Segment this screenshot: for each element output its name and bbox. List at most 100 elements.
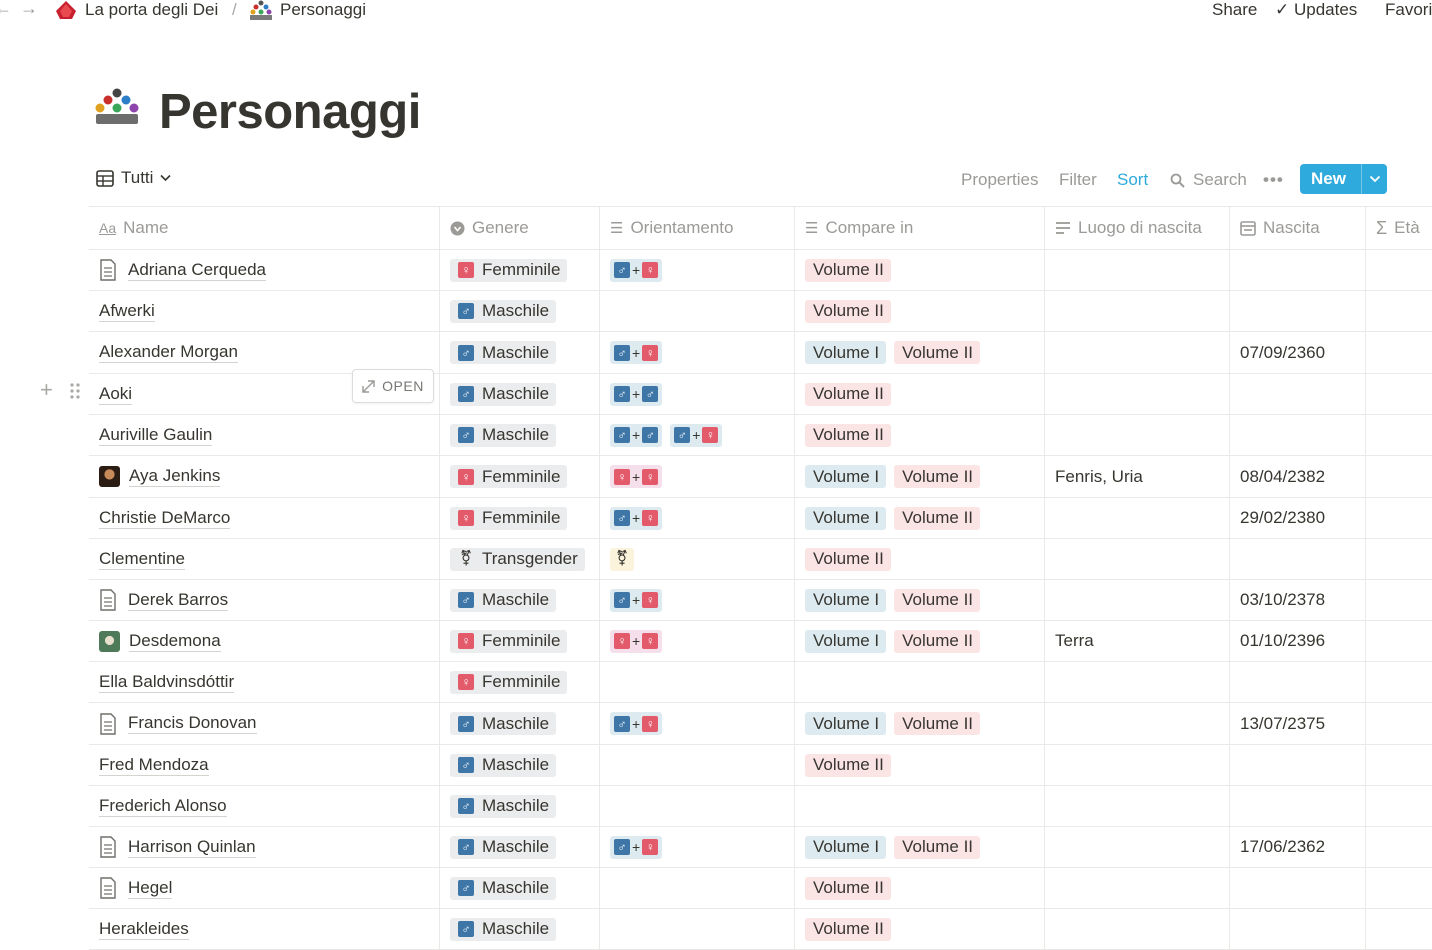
cell-orientamento[interactable]: ♂ + ♀ <box>600 580 795 620</box>
cell-orientamento[interactable]: ♂ + ♀ <box>600 250 795 290</box>
cell-orientamento[interactable] <box>600 745 795 785</box>
cell-compare-in[interactable]: Volume II <box>795 868 1045 908</box>
cell-genere[interactable]: ♂ Maschile <box>440 291 600 331</box>
cell-luogo[interactable] <box>1045 909 1230 949</box>
cell-name[interactable]: Derek Barros <box>89 580 440 620</box>
filter-button[interactable]: Filter <box>1059 168 1097 192</box>
cell-nascita[interactable] <box>1230 745 1366 785</box>
back-arrow-icon[interactable]: ← <box>0 0 12 19</box>
cell-eta[interactable] <box>1366 745 1432 785</box>
cell-genere[interactable]: ♀ Femminile <box>440 456 600 497</box>
cell-name[interactable]: Clementine <box>89 539 440 579</box>
cell-compare-in[interactable]: Volume II <box>795 909 1045 949</box>
column-header-name[interactable]: Aa Name <box>89 207 440 249</box>
sort-button[interactable]: Sort <box>1117 168 1148 192</box>
cell-name[interactable]: Christie DeMarco <box>89 498 440 538</box>
column-header-nascita[interactable]: Nascita <box>1230 207 1366 249</box>
cell-genere[interactable]: ♀ Femminile <box>440 621 600 661</box>
page-title[interactable]: Personaggi <box>159 84 421 140</box>
cell-compare-in[interactable]: Volume I Volume II <box>795 621 1045 661</box>
cell-luogo[interactable] <box>1045 539 1230 579</box>
cell-nascita[interactable] <box>1230 539 1366 579</box>
share-button[interactable]: Share <box>1212 0 1257 20</box>
cell-orientamento[interactable]: ♂ + ♂ <box>600 374 795 414</box>
cell-orientamento[interactable]: ♂ + ♀ <box>600 332 795 373</box>
cell-eta[interactable] <box>1366 456 1432 497</box>
properties-button[interactable]: Properties <box>961 168 1038 192</box>
cell-name[interactable]: Aya Jenkins <box>89 456 440 497</box>
column-header-luogo[interactable]: Luogo di nascita <box>1045 207 1230 249</box>
cell-nascita[interactable] <box>1230 415 1366 455</box>
cell-compare-in[interactable] <box>795 786 1045 826</box>
favorite-button[interactable]: Favori <box>1385 0 1432 20</box>
cell-nascita[interactable] <box>1230 374 1366 414</box>
cell-luogo[interactable] <box>1045 498 1230 538</box>
cell-compare-in[interactable] <box>795 662 1045 702</box>
cell-compare-in[interactable]: Volume II <box>795 374 1045 414</box>
column-header-compare-in[interactable]: ☰ Compare in <box>795 207 1045 249</box>
cell-compare-in[interactable]: Volume II <box>795 291 1045 331</box>
cell-nascita[interactable]: 07/09/2360 <box>1230 332 1366 373</box>
cell-nascita[interactable]: 13/07/2375 <box>1230 703 1366 744</box>
cell-eta[interactable] <box>1366 250 1432 290</box>
open-page-button[interactable]: OPEN <box>352 369 434 403</box>
cell-eta[interactable] <box>1366 580 1432 620</box>
cell-luogo[interactable] <box>1045 250 1230 290</box>
cell-genere[interactable]: ⚧ Transgender <box>440 539 600 579</box>
cell-nascita[interactable]: 17/06/2362 <box>1230 827 1366 867</box>
cell-eta[interactable] <box>1366 868 1432 908</box>
cell-genere[interactable]: ♂ Maschile <box>440 703 600 744</box>
drag-handle-icon[interactable] <box>70 382 80 400</box>
column-header-eta[interactable]: Σ Età <box>1366 207 1432 249</box>
cell-compare-in[interactable]: Volume I Volume II <box>795 580 1045 620</box>
cell-orientamento[interactable] <box>600 868 795 908</box>
cell-nascita[interactable]: 29/02/2380 <box>1230 498 1366 538</box>
cell-eta[interactable] <box>1366 662 1432 702</box>
cell-genere[interactable]: ♀ Femminile <box>440 662 600 702</box>
breadcrumb-workspace[interactable]: La porta degli Dei <box>55 0 218 20</box>
cell-orientamento[interactable]: ♂ + ♂ ♂ + ♀ <box>600 415 795 455</box>
view-selector[interactable]: Tutti <box>96 168 172 188</box>
cell-eta[interactable] <box>1366 621 1432 661</box>
cell-orientamento[interactable] <box>600 662 795 702</box>
cell-eta[interactable] <box>1366 909 1432 949</box>
new-button[interactable]: New <box>1300 169 1361 189</box>
cell-eta[interactable] <box>1366 291 1432 331</box>
cell-luogo[interactable] <box>1045 291 1230 331</box>
cell-nascita[interactable] <box>1230 662 1366 702</box>
cell-orientamento[interactable]: ♂ + ♀ <box>600 827 795 867</box>
cell-name[interactable]: Hegel <box>89 868 440 908</box>
cell-name[interactable]: Desdemona <box>89 621 440 661</box>
cell-nascita[interactable] <box>1230 291 1366 331</box>
cell-name[interactable]: Harrison Quinlan <box>89 827 440 867</box>
cell-genere[interactable]: ♀ Femminile <box>440 250 600 290</box>
cell-eta[interactable] <box>1366 498 1432 538</box>
cell-orientamento[interactable]: ♂ + ♀ <box>600 703 795 744</box>
updates-button[interactable]: ✓ Updates <box>1275 0 1357 20</box>
cell-name[interactable]: Frederich Alonso <box>89 786 440 826</box>
cell-eta[interactable] <box>1366 374 1432 414</box>
cell-luogo[interactable] <box>1045 868 1230 908</box>
cell-luogo[interactable] <box>1045 827 1230 867</box>
cell-orientamento[interactable]: ♀ + ♀ <box>600 456 795 497</box>
cell-eta[interactable] <box>1366 703 1432 744</box>
cell-genere[interactable]: ♂ Maschile <box>440 827 600 867</box>
cell-compare-in[interactable]: Volume I Volume II <box>795 498 1045 538</box>
column-header-orientamento[interactable]: ☰ Orientamento <box>600 207 795 249</box>
cell-eta[interactable] <box>1366 332 1432 373</box>
cell-eta[interactable] <box>1366 827 1432 867</box>
cell-name[interactable]: Fred Mendoza <box>89 745 440 785</box>
cell-eta[interactable] <box>1366 786 1432 826</box>
cell-name[interactable]: Herakleides <box>89 909 440 949</box>
cell-name[interactable]: Adriana Cerqueda <box>89 250 440 290</box>
forward-arrow-icon[interactable]: → <box>20 0 38 19</box>
cell-orientamento[interactable] <box>600 291 795 331</box>
cell-compare-in[interactable]: Volume II <box>795 539 1045 579</box>
cell-genere[interactable]: ♂ Maschile <box>440 332 600 373</box>
cell-orientamento[interactable]: ⚧ <box>600 539 795 579</box>
cell-genere[interactable]: ♀ Femminile <box>440 498 600 538</box>
cell-orientamento[interactable]: ♂ + ♀ <box>600 498 795 538</box>
cell-name[interactable]: Francis Donovan <box>89 703 440 744</box>
cell-nascita[interactable]: 01/10/2396 <box>1230 621 1366 661</box>
cell-orientamento[interactable] <box>600 909 795 949</box>
